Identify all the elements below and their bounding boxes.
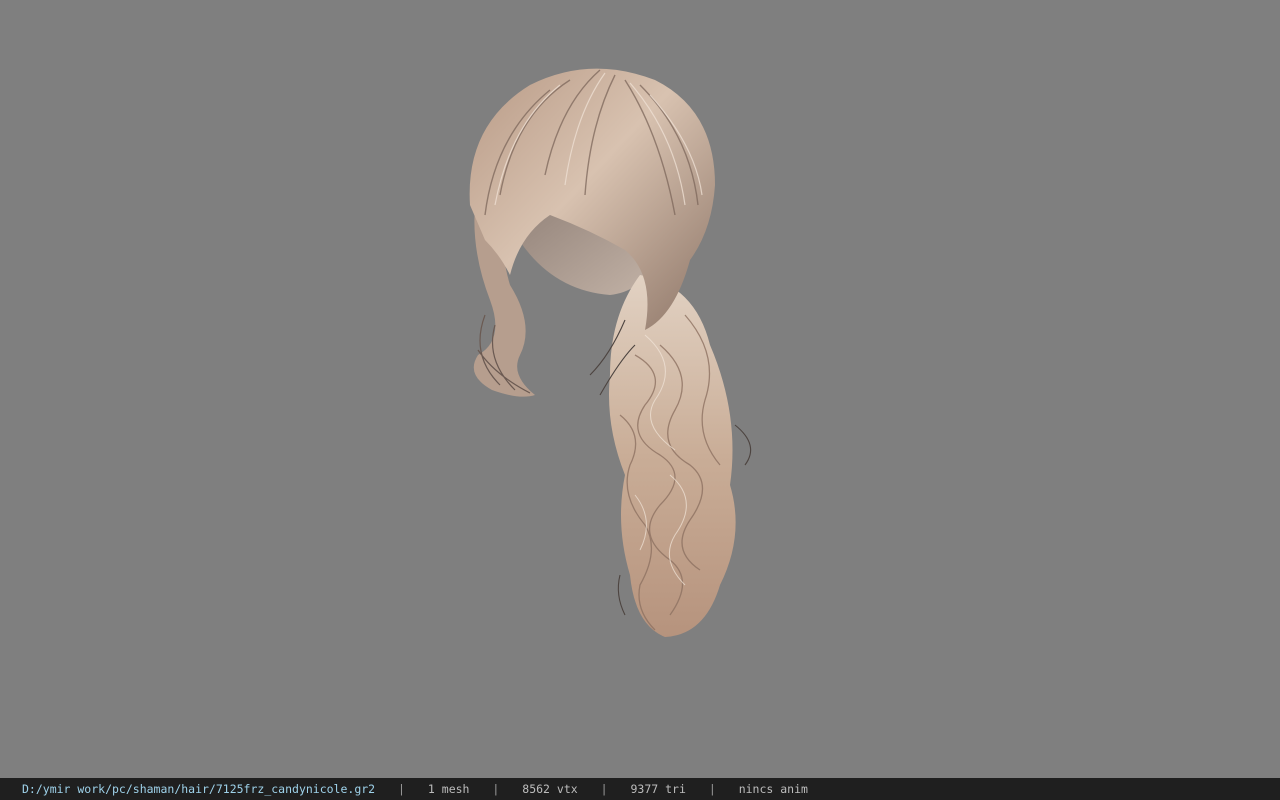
separator: | [600,782,608,796]
vertex-count-label: 8562 vtx [522,782,578,796]
status-bar: D:/ymir work/pc/shaman/hair/7125frz_cand… [0,778,1280,800]
separator: | [492,782,500,796]
file-path-label: D:/ymir work/pc/shaman/hair/7125frz_cand… [22,782,376,796]
separator: | [398,782,405,796]
animation-status-label: nincs anim [738,782,808,796]
hair-model [469,68,752,637]
separator: | [708,782,716,796]
triangle-count-label: 9377 tri [630,782,686,796]
mesh-count-label: 1 mesh [427,782,470,796]
3d-viewport[interactable] [0,0,1280,778]
